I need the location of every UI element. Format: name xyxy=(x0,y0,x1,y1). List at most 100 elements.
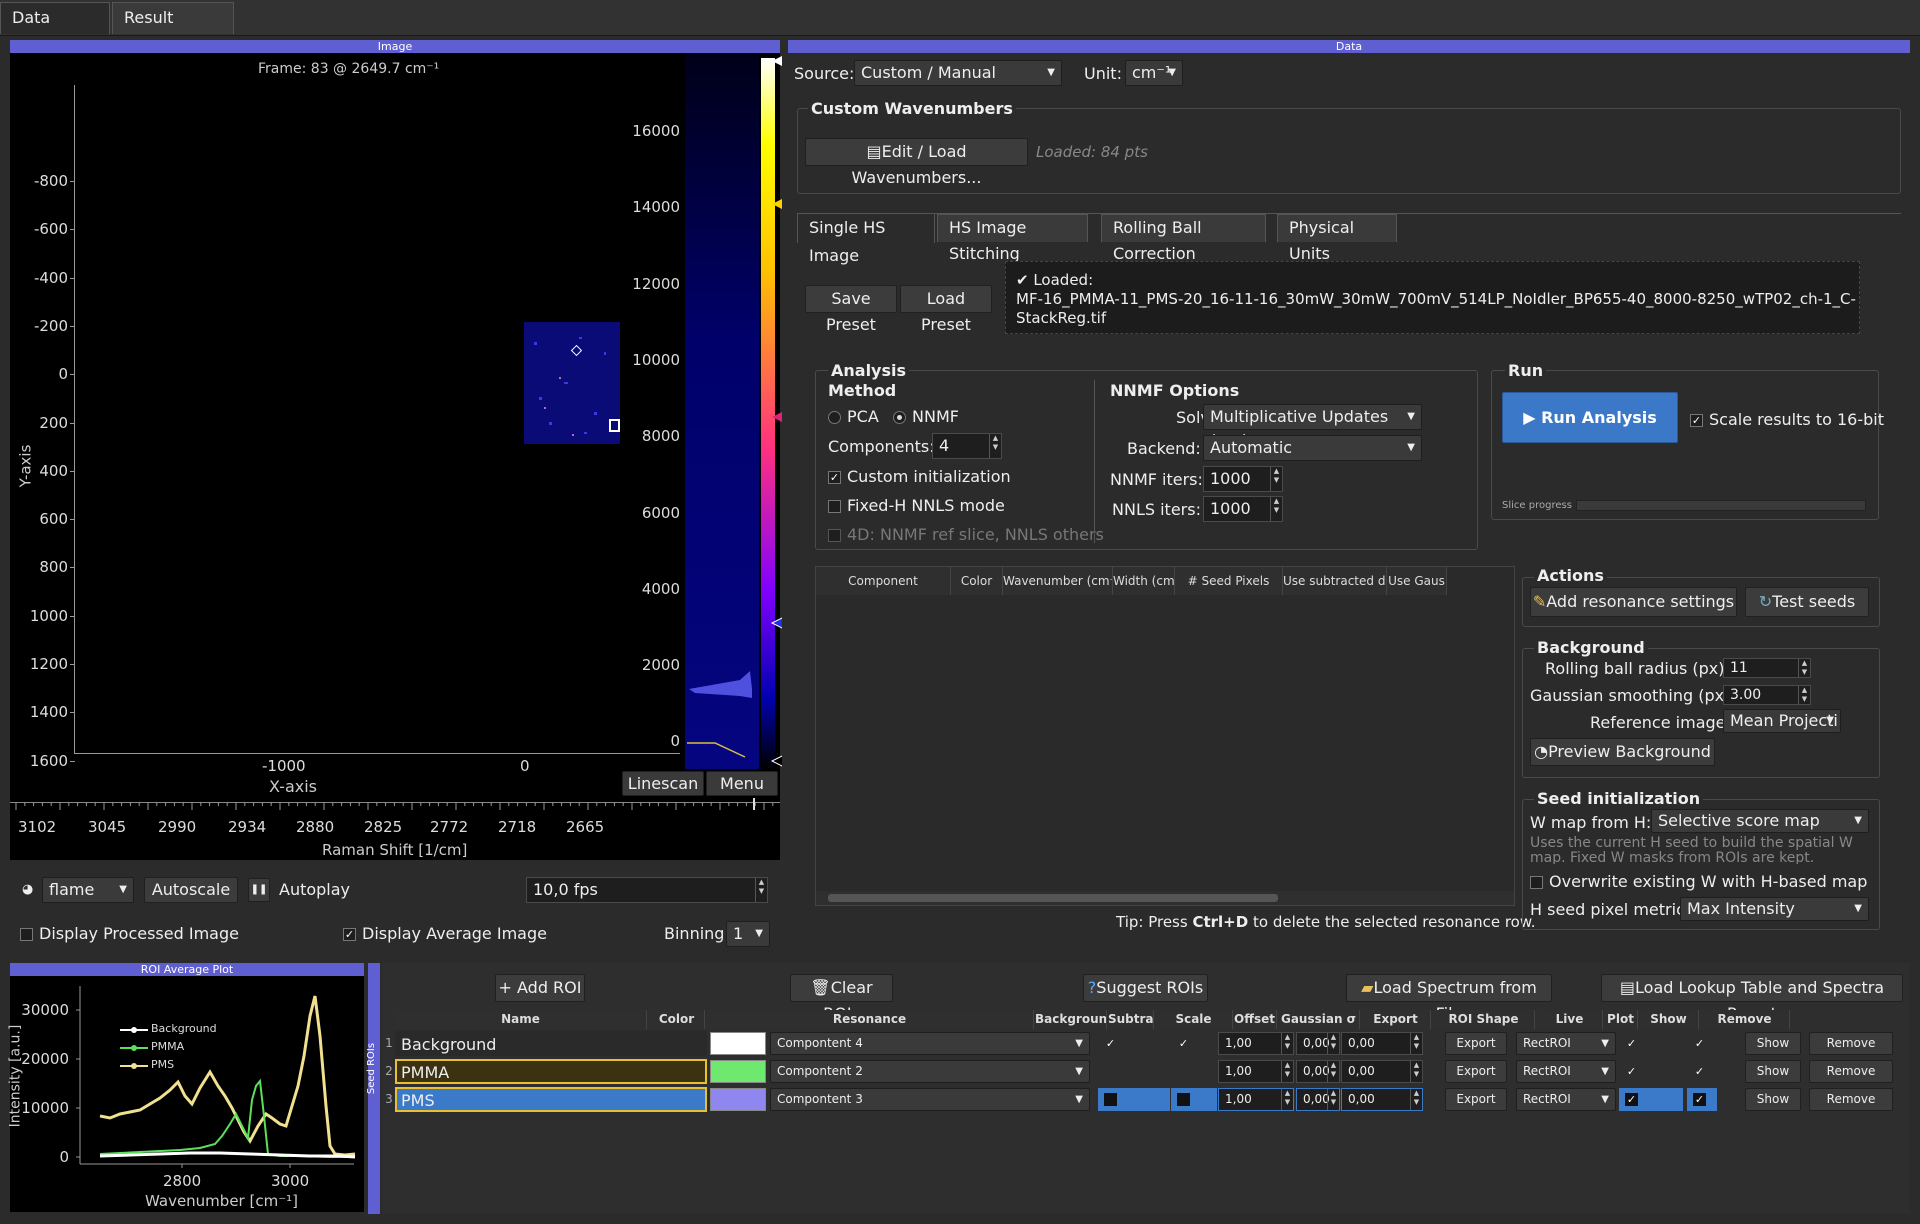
roi-col-header[interactable]: Subtract xyxy=(1108,1010,1154,1029)
solver-select[interactable]: Multiplicative Updates (mu)▼ xyxy=(1203,404,1422,450)
roi-col-header[interactable]: Offset xyxy=(1233,1010,1277,1029)
display-average-checkbox[interactable]: ✓ Display Average Image xyxy=(343,924,547,943)
spin-arrows-icon[interactable]: ▲ ▼ xyxy=(1327,1061,1339,1082)
roi-export-button[interactable]: Export xyxy=(1445,1032,1507,1055)
roi-plot-checkbox[interactable]: ✓ xyxy=(1687,1060,1717,1083)
checkbox-disabled-icon[interactable] xyxy=(828,529,841,542)
tab-result-section[interactable]: Result Section xyxy=(112,2,234,57)
reference-image-select[interactable]: Mean Projecti ▼ xyxy=(1723,709,1841,733)
spin-arrows-icon[interactable]: ▲ ▼ xyxy=(1327,1089,1339,1110)
nnls-iters-spinbox[interactable]: 1000 ▲ ▼ xyxy=(1203,496,1283,522)
load-lut-button[interactable]: ▤Load Lookup Table and Spectra Preset xyxy=(1601,974,1903,1023)
load-preset-button[interactable]: Load Preset xyxy=(900,285,992,334)
table-row[interactable]: 2 PMMA Compontent 2 ▼ 1,00 ▲ ▼ 0,00 ▲ ▼ 0,00 ▲ ▼ Expo… xyxy=(383,1058,1894,1085)
scrollbar-thumb[interactable] xyxy=(828,894,1278,902)
roi-remove-button[interactable]: Remove xyxy=(1809,1060,1893,1083)
roi-col-header[interactable]: Live Update xyxy=(1537,1010,1603,1029)
roi-scale-spinbox[interactable]: 1,00 ▲ ▼ xyxy=(1218,1032,1294,1055)
components-spinbox[interactable]: 4 ▲ ▼ xyxy=(932,433,1002,459)
roi-offset-spinbox[interactable]: 0,00 ▲ ▼ xyxy=(1296,1032,1340,1055)
roi-show-button[interactable]: Show xyxy=(1745,1032,1801,1055)
roi-col-header[interactable]: Name xyxy=(395,1010,647,1029)
roi-color-swatch[interactable] xyxy=(710,1060,766,1083)
roi-name-field[interactable]: PMMA xyxy=(395,1059,707,1084)
roi-live-update-checkbox[interactable]: ✓ xyxy=(1619,1088,1683,1111)
rolling-ball-spinbox[interactable]: 11 ▲ ▼ xyxy=(1723,658,1811,678)
tab-data-section[interactable]: Data Section xyxy=(0,2,110,57)
radio-selected-icon[interactable] xyxy=(893,411,906,424)
roi-background-checkbox[interactable] xyxy=(1098,1088,1170,1111)
roi-resonance-select[interactable]: Compontent 3 ▼ xyxy=(770,1088,1090,1111)
image-view[interactable]: Frame: 83 @ 2649.7 cm⁻¹ -800 -600 -400 -200… xyxy=(10,53,785,796)
checkbox-icon[interactable]: ✓ xyxy=(1104,1037,1117,1050)
roi-live-update-checkbox[interactable]: ✓ xyxy=(1619,1032,1683,1055)
gaussian-smoothing-spinbox[interactable]: 3.00 ▲ ▼ xyxy=(1723,685,1811,705)
display-processed-checkbox[interactable]: Display Processed Image xyxy=(20,924,239,943)
roi-subtract-checkbox[interactable] xyxy=(1171,1088,1217,1111)
checkbox-icon[interactable]: ✓ xyxy=(1177,1037,1190,1050)
load-spectrum-button[interactable]: ▰Load Spectrum from File xyxy=(1346,974,1552,1023)
checkbox-icon[interactable] xyxy=(1177,1065,1190,1078)
linescan-button[interactable]: Linescan xyxy=(622,771,704,796)
roi-shape-select[interactable]: RectROI ▼ xyxy=(1516,1032,1616,1055)
custom-init-checkbox[interactable]: ✓ Custom initialization xyxy=(828,467,1011,486)
unit-select[interactable]: cm⁻¹ ▼ xyxy=(1125,60,1183,86)
roi-col-header[interactable]: Scale xyxy=(1155,1010,1233,1029)
test-seeds-button[interactable]: ↻Test seeds xyxy=(1745,587,1869,617)
spin-arrows-icon[interactable]: ▲ ▼ xyxy=(1281,1061,1293,1082)
checkbox-checked-icon[interactable]: ✓ xyxy=(1693,1065,1706,1078)
source-select[interactable]: Custom / Manual ▼ xyxy=(854,60,1062,86)
horizontal-splitter[interactable] xyxy=(0,957,1920,961)
roi-background-checkbox[interactable]: ✓ xyxy=(1098,1032,1170,1055)
preview-background-button[interactable]: ◔Preview Background xyxy=(1530,738,1715,766)
radio-icon[interactable] xyxy=(828,411,841,424)
tab-hs-image-stitching[interactable]: HS Image Stitching xyxy=(937,214,1088,263)
checkbox-checked-icon[interactable]: ✓ xyxy=(343,928,356,941)
roi-gaussian-spinbox[interactable]: 0,00 ▲ ▼ xyxy=(1341,1060,1423,1083)
checkbox-checked-icon[interactable]: ✓ xyxy=(1625,1037,1638,1050)
roi-gaussian-spinbox[interactable]: 0,00 ▲ ▼ xyxy=(1341,1032,1423,1055)
resonance-table[interactable]: ComponentColorWavenumber (cm⁻¹)Width (cm… xyxy=(815,566,1515,906)
backend-select[interactable]: Automatic ▼ xyxy=(1203,435,1422,461)
resonance-col-header[interactable]: Color xyxy=(951,567,1003,595)
spin-arrows-icon[interactable]: ▲ ▼ xyxy=(1327,1033,1339,1054)
spin-arrows-icon[interactable]: ▲ ▼ xyxy=(1270,467,1282,491)
tab-single-hs-image[interactable]: Single HS Image xyxy=(797,213,935,265)
checkbox-icon[interactable] xyxy=(1177,1093,1190,1106)
roi-shape-select[interactable]: RectROI ▼ xyxy=(1516,1088,1616,1111)
roi-subtract-checkbox[interactable]: ✓ xyxy=(1171,1032,1217,1055)
table-row[interactable]: 3 PMS Compontent 3 ▼ 1,00 ▲ ▼ 0,00 ▲ ▼ 0,00 ▲ ▼ Expor… xyxy=(383,1086,1894,1113)
checkbox-checked-icon[interactable]: ✓ xyxy=(828,471,841,484)
resonance-col-header[interactable]: Width (cm⁻¹ xyxy=(1113,567,1175,595)
roi-export-button[interactable]: Export xyxy=(1445,1088,1507,1111)
roi-background-checkbox[interactable] xyxy=(1098,1060,1170,1083)
run-analysis-button[interactable]: ▶ Run Analysis xyxy=(1502,392,1678,443)
spin-arrows-icon[interactable]: ▲ ▼ xyxy=(1281,1089,1293,1110)
tab-physical-units[interactable]: Physical Units xyxy=(1277,214,1397,263)
roi-show-button[interactable]: Show xyxy=(1745,1060,1801,1083)
overwrite-checkbox[interactable]: Overwrite existing W with H-based map xyxy=(1530,872,1867,891)
nnmf-radio[interactable]: NNMF xyxy=(893,407,959,426)
spin-arrows-icon[interactable]: ▲ ▼ xyxy=(755,878,767,902)
checkbox-icon[interactable] xyxy=(1104,1065,1117,1078)
fourd-checkbox[interactable]: 4D: NNMF ref slice, NNLS others xyxy=(828,525,1104,544)
fps-spinbox[interactable]: 10,0 fps ▲ ▼ xyxy=(526,877,768,903)
checkbox-checked-icon[interactable]: ✓ xyxy=(1690,414,1703,427)
edit-load-wavenumbers-button[interactable]: ▤Edit / Load Wavenumbers... xyxy=(805,138,1028,187)
wmap-select[interactable]: Selective score map ▼ xyxy=(1651,809,1869,833)
vertical-splitter[interactable] xyxy=(782,40,786,954)
resonance-col-header[interactable]: # Seed Pixels xyxy=(1175,567,1283,595)
spin-arrows-icon[interactable]: ▲ ▼ xyxy=(1270,497,1282,521)
save-preset-button[interactable]: Save Preset xyxy=(805,285,897,334)
roi-name-field[interactable]: Background xyxy=(395,1031,707,1056)
roi-scale-spinbox[interactable]: 1,00 ▲ ▼ xyxy=(1218,1060,1294,1083)
roi-remove-button[interactable]: Remove xyxy=(1809,1032,1893,1055)
histogram-area[interactable] xyxy=(685,53,767,769)
resonance-col-header[interactable]: Wavenumber (cm⁻¹) xyxy=(1003,567,1113,595)
spin-arrows-icon[interactable]: ▲ ▼ xyxy=(1410,1061,1422,1082)
roi-col-header[interactable]: Color xyxy=(649,1010,705,1029)
checkbox-checked-icon[interactable]: ✓ xyxy=(1693,1037,1706,1050)
tab-rolling-ball-correction[interactable]: Rolling Ball Correction xyxy=(1101,214,1266,263)
spin-arrows-icon[interactable]: ▲ ▼ xyxy=(1281,1033,1293,1054)
checkbox-icon[interactable] xyxy=(1530,876,1543,889)
